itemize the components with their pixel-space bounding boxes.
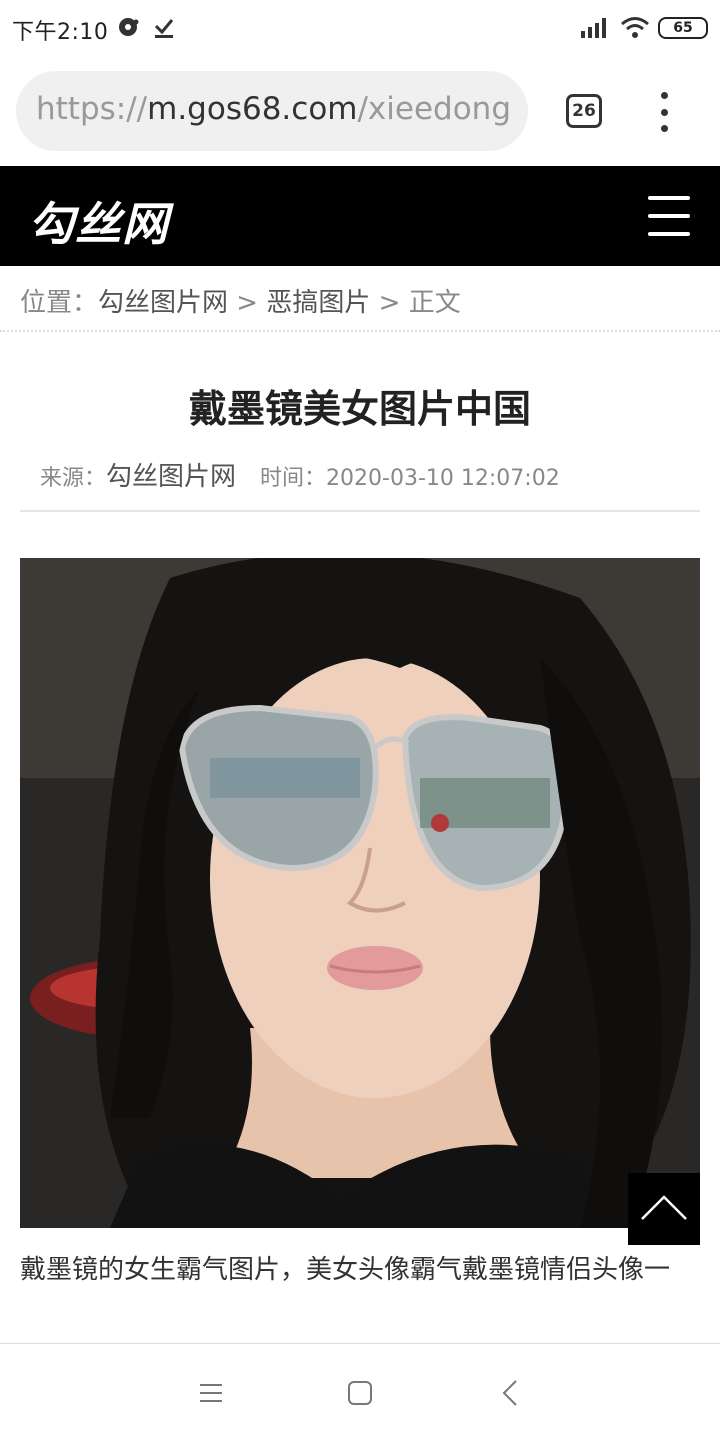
publish-time: 2020-03-10 12:07:02: [326, 466, 560, 491]
status-bar: 下午2:10 65: [0, 0, 720, 56]
site-logo[interactable]: 勾丝网: [28, 188, 169, 254]
divider: [20, 510, 700, 512]
source-link[interactable]: 勾丝图片网: [106, 462, 236, 492]
breadcrumb-separator: >: [228, 288, 267, 318]
article-image[interactable]: [20, 558, 700, 1228]
battery-icon: 65: [658, 17, 708, 39]
wifi-icon: [620, 14, 650, 40]
status-time: 下午2:10: [12, 20, 109, 45]
url-path: /xieedong: [357, 91, 512, 127]
breadcrumb-home-link[interactable]: 勾丝图片网: [98, 288, 228, 318]
back-to-top-button[interactable]: [628, 1173, 700, 1245]
site-header: 勾丝网: [0, 166, 720, 266]
breadcrumb-category-link[interactable]: 恶搞图片: [266, 288, 370, 318]
chevron-up-icon: [641, 1195, 687, 1220]
breadcrumb: 位置：勾丝图片网 > 恶搞图片 > 正文: [0, 266, 720, 332]
back-icon[interactable]: [496, 1378, 526, 1408]
breadcrumb-current: 正文: [408, 288, 461, 318]
signal-icon: [580, 14, 610, 40]
url-host: m.gos68.com: [147, 91, 358, 127]
menu-icon[interactable]: [196, 1378, 226, 1408]
download-done-icon: [152, 14, 176, 40]
home-icon[interactable]: [345, 1378, 375, 1408]
browser-toolbar: https://m.gos68.com/xieedong 26: [0, 56, 720, 166]
system-nav-bar: [0, 1344, 720, 1440]
breadcrumb-prefix: 位置：: [20, 288, 99, 318]
more-menu-icon[interactable]: [654, 92, 674, 132]
hamburger-menu-icon[interactable]: [648, 196, 690, 236]
url-text[interactable]: https://m.gos68.com/xieedong: [36, 91, 511, 127]
notification-icon: [116, 14, 140, 40]
tab-switcher-button[interactable]: 26: [566, 94, 602, 128]
article-caption: 戴墨镜的女生霸气图片，美女头像霸气戴墨镜情侣头像一: [20, 1255, 671, 1285]
address-bar[interactable]: https://m.gos68.com/xieedong: [16, 71, 528, 151]
url-scheme: https://: [36, 91, 148, 127]
breadcrumb-separator: >: [370, 288, 409, 318]
article-meta: 来源：勾丝图片网 时间：2020-03-10 12:07:02: [40, 456, 560, 493]
article-title: 戴墨镜美女图片中国: [188, 387, 531, 431]
time-label: 时间：: [260, 466, 327, 491]
source-label: 来源：: [40, 466, 107, 491]
